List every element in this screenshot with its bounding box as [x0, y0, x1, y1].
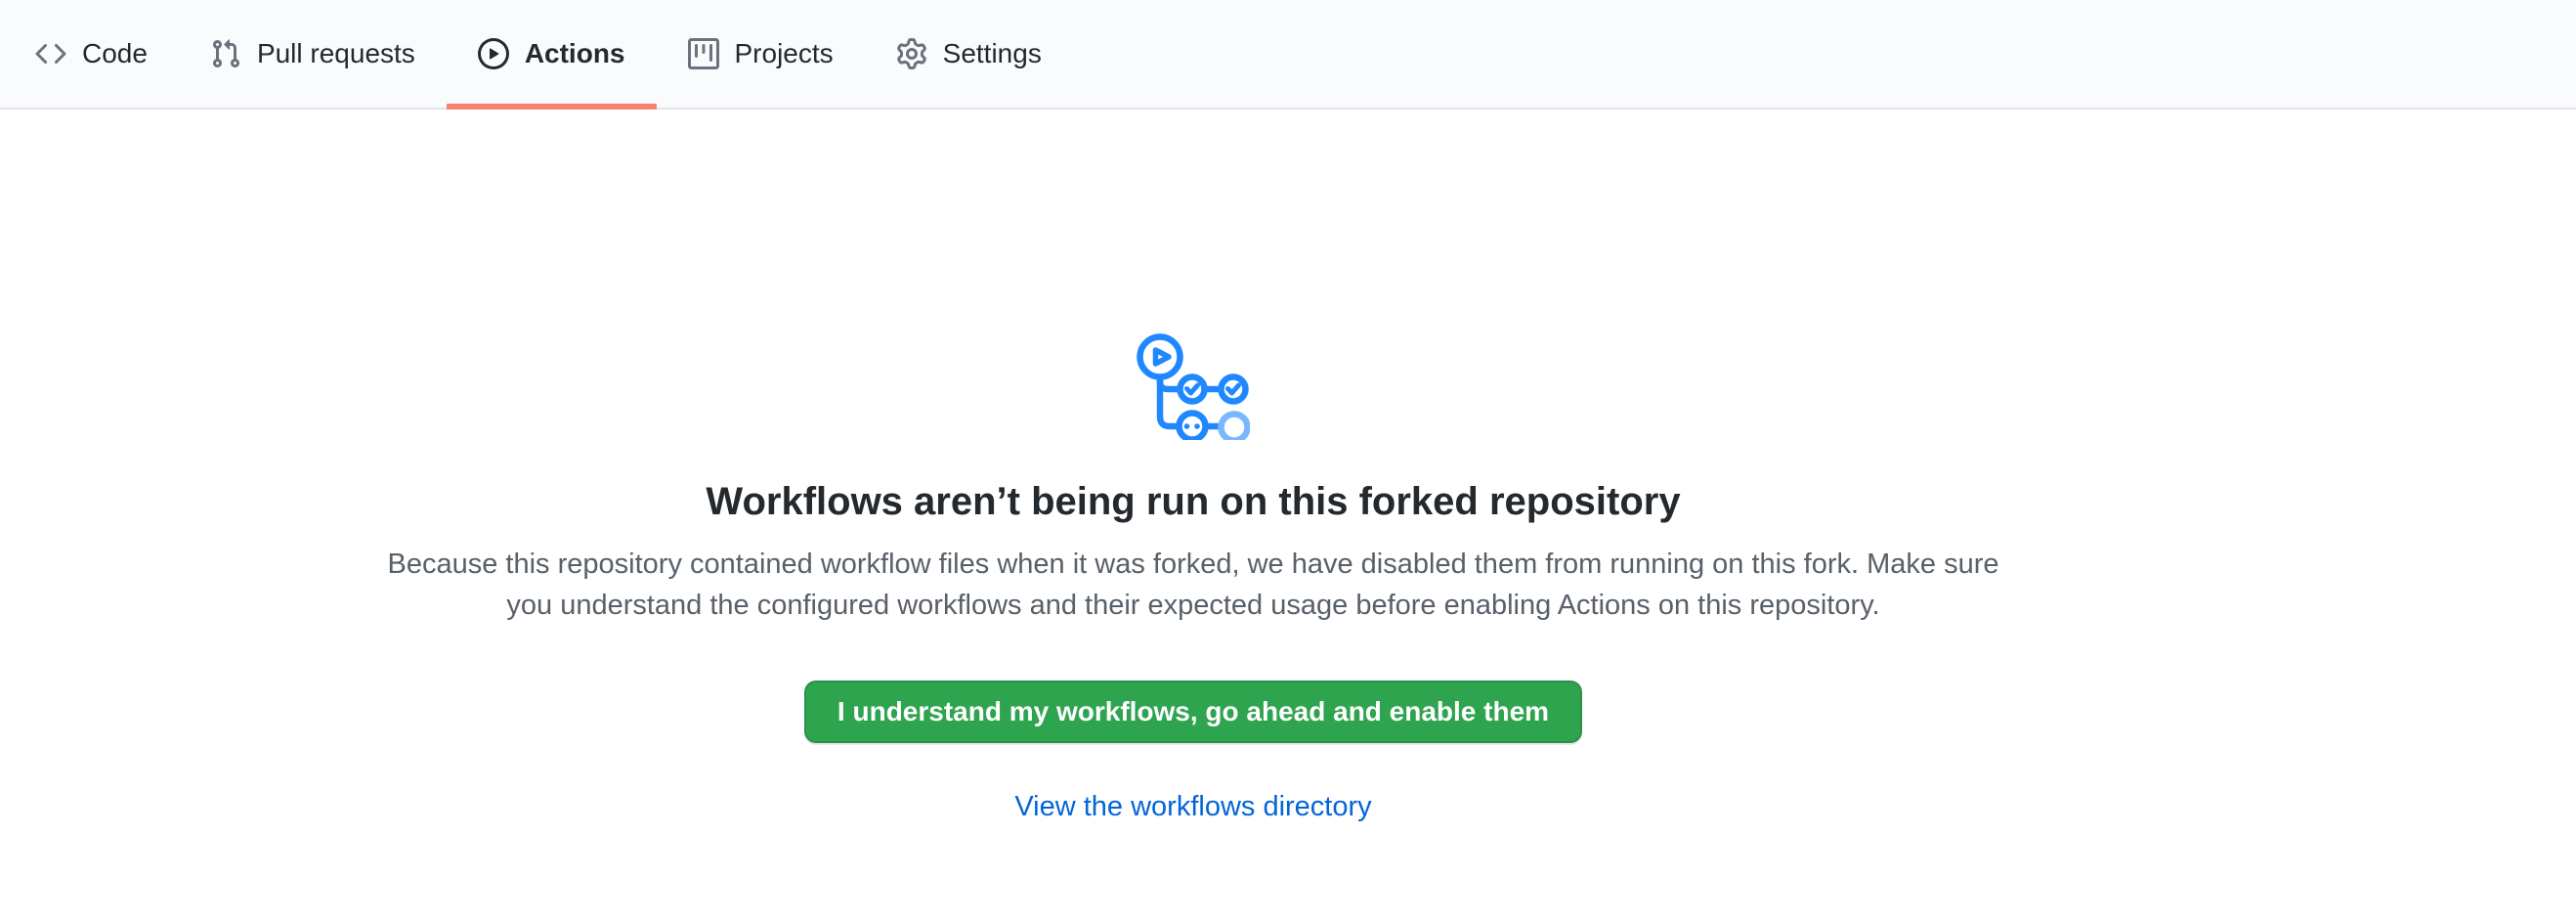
repo-tab-bar: Code Pull requests Actions Projects Sett…	[0, 0, 2576, 110]
blankslate-column: Workflows aren’t being run on this forke…	[0, 110, 2386, 827]
tab-pull-requests-label: Pull requests	[257, 40, 415, 67]
tab-actions-label: Actions	[525, 40, 625, 67]
blankslate-description: Because this repository contained workfl…	[382, 544, 2004, 626]
tab-pull-requests[interactable]: Pull requests	[179, 0, 447, 108]
blankslate-heading: Workflows aren’t being run on this forke…	[706, 477, 1680, 526]
code-icon	[35, 38, 66, 69]
enable-workflows-button[interactable]: I understand my workflows, go ahead and …	[804, 681, 1582, 743]
tab-code[interactable]: Code	[4, 0, 179, 108]
gear-icon	[896, 38, 927, 69]
play-icon	[478, 38, 509, 69]
tab-actions[interactable]: Actions	[447, 0, 657, 108]
tab-settings[interactable]: Settings	[865, 0, 1073, 108]
view-workflows-directory-link[interactable]: View the workflows directory	[1014, 786, 1371, 827]
project-icon	[688, 38, 719, 69]
tab-settings-label: Settings	[943, 40, 1042, 67]
tab-code-label: Code	[82, 40, 148, 67]
actions-disabled-blankslate: Workflows aren’t being run on this forke…	[0, 110, 2576, 827]
tab-projects-label: Projects	[735, 40, 834, 67]
git-pull-request-icon	[210, 38, 241, 69]
tab-projects[interactable]: Projects	[657, 0, 865, 108]
workflow-illustration	[1137, 327, 1250, 440]
